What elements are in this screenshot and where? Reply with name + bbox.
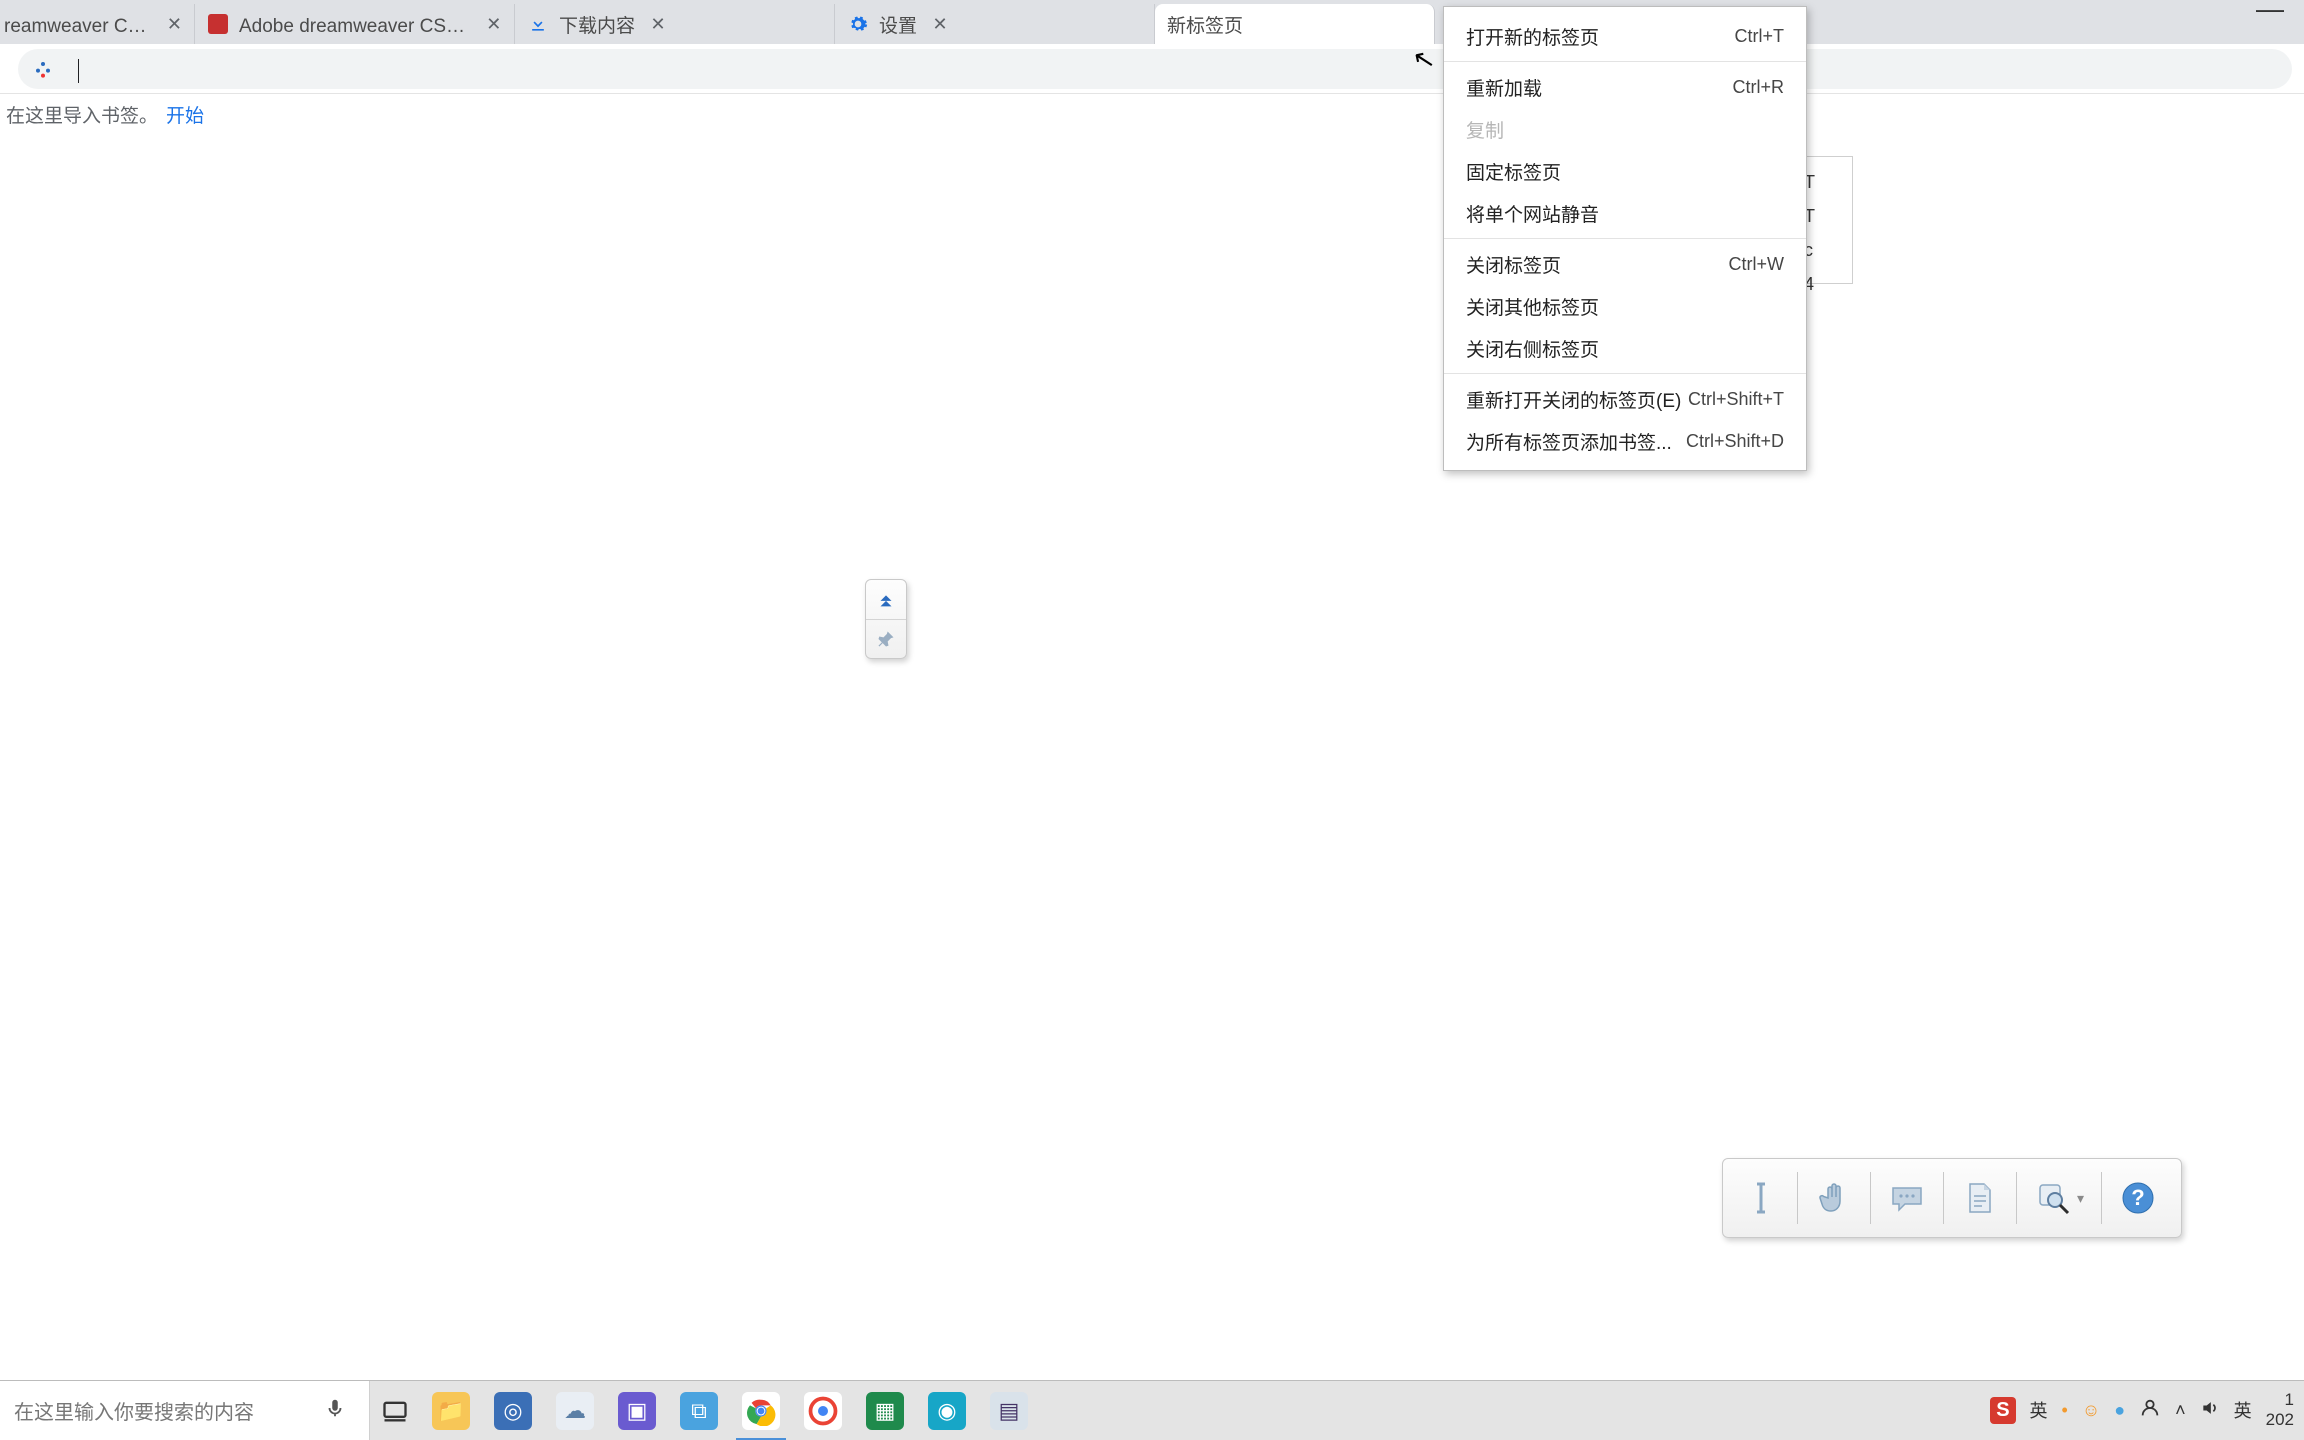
taskbar-app-teal[interactable]: ◉ [916, 1381, 978, 1440]
bookmark-prompt: 在这里导入书签。 [6, 101, 158, 128]
ime-lang-label[interactable]: 英 [2030, 1397, 2048, 1423]
tray-smile-icon[interactable]: ☺ [2082, 1400, 2100, 1421]
window-minimize-button[interactable]: — [2250, 4, 2290, 24]
comment-button[interactable] [1879, 1170, 1935, 1226]
menu-mute-site[interactable]: 将单个网站静音 [1444, 192, 1806, 234]
address-input[interactable] [64, 57, 2278, 80]
tab-title: reamweaver CS6教程 [4, 11, 153, 38]
search-placeholder: 在这里输入你要搜索的内容 [14, 1396, 254, 1425]
menu-close-tab[interactable]: 关闭标签页 Ctrl+W [1444, 243, 1806, 285]
microphone-icon[interactable] [315, 1397, 355, 1425]
tab-adobe-dw[interactable]: Adobe dreamweaver CS6小白 ✕ [195, 4, 515, 44]
people-icon[interactable] [2139, 1397, 2161, 1424]
menu-pin-tab[interactable]: 固定标签页 [1444, 150, 1806, 192]
menu-close-right[interactable]: 关闭右侧标签页 [1444, 327, 1806, 369]
tab-title: Adobe dreamweaver CS6小白 [239, 11, 472, 38]
toolbar-separator [2101, 1172, 2102, 1224]
menu-separator [1444, 373, 1806, 374]
toolbar-separator [1943, 1172, 1944, 1224]
gear-icon [847, 13, 869, 35]
text-cursor-icon [78, 59, 79, 83]
taskbar-app-excel[interactable]: ▦ [854, 1381, 916, 1440]
tab-title: 设置 [879, 11, 917, 38]
document-button[interactable] [1952, 1170, 2008, 1226]
ime-chip[interactable]: S [1990, 1397, 2015, 1424]
download-icon [527, 13, 549, 35]
tab-new[interactable]: 新标签页 [1155, 4, 1435, 44]
close-icon[interactable]: ✕ [931, 15, 949, 33]
taskbar-app-video[interactable]: ▣ [606, 1381, 668, 1440]
close-icon[interactable]: ✕ [486, 15, 502, 33]
hand-tool-button[interactable] [1806, 1170, 1862, 1226]
menu-reload[interactable]: 重新加载 Ctrl+R [1444, 66, 1806, 108]
tray-clock[interactable]: 1 202 [2266, 1390, 2294, 1430]
ime-lang-label-2[interactable]: 英 [2234, 1397, 2252, 1423]
taskbar-app-file-explorer[interactable]: 📁 [420, 1381, 482, 1440]
tab-context-menu: 打开新的标签页 Ctrl+T 重新加载 Ctrl+R 复制 固定标签页 将单个网… [1443, 6, 1807, 471]
taskbar-app-utility[interactable]: ⧉ [668, 1381, 730, 1440]
close-icon[interactable]: ✕ [649, 15, 667, 33]
tab-settings[interactable]: 设置 ✕ [835, 4, 1155, 44]
toolbar-separator [1797, 1172, 1798, 1224]
taskbar-search[interactable]: 在这里输入你要搜索的内容 [0, 1381, 370, 1440]
tray-mic-icon[interactable]: ● [2114, 1400, 2125, 1421]
windows-taskbar: 在这里输入你要搜索的内容 📁 ◎ ☁ ▣ ⧉ ▦ ◉ ▤ S 英 • ☺ ● ˄ [0, 1380, 2304, 1440]
floating-toolbar-wrap: ▾ ? [861, 579, 907, 659]
text-select-button[interactable] [1733, 1170, 1789, 1226]
tab-title: 下载内容 [559, 11, 635, 38]
taskbar-app-chrome-2[interactable] [792, 1381, 854, 1440]
taskbar-app-monitor[interactable]: ▤ [978, 1381, 1040, 1440]
chevron-up-icon[interactable]: ˄ [2175, 1400, 2186, 1421]
help-button[interactable]: ? [2110, 1170, 2166, 1226]
address-bar[interactable] [18, 49, 2292, 89]
svg-text:?: ? [2131, 1185, 2144, 1210]
menu-close-others[interactable]: 关闭其他标签页 [1444, 285, 1806, 327]
menu-new-tab[interactable]: 打开新的标签页 Ctrl+T [1444, 15, 1806, 57]
collapse-up-button[interactable] [866, 580, 906, 620]
menu-reopen-closed[interactable]: 重新打开关闭的标签页(E) Ctrl+Shift+T [1444, 378, 1806, 420]
speaker-icon[interactable] [2200, 1398, 2220, 1423]
taskbar-app-cloud[interactable]: ☁ [544, 1381, 606, 1440]
taskbar-app-chrome[interactable] [730, 1381, 792, 1440]
task-view-button[interactable] [370, 1381, 420, 1440]
zoom-button[interactable] [2025, 1170, 2081, 1226]
bookmark-bar: 在这里导入书签。 开始 [0, 94, 2304, 134]
system-tray: S 英 • ☺ ● ˄ 英 1 202 [1980, 1380, 2304, 1440]
floating-toolbar[interactable]: ▾ ? [1722, 1158, 2182, 1238]
zoom-dropdown-icon[interactable]: ▾ [2077, 1190, 2089, 1207]
tray-dots-icon[interactable]: • [2062, 1400, 2068, 1421]
pin-button[interactable] [866, 620, 906, 659]
menu-separator [1444, 61, 1806, 62]
menu-separator [1444, 238, 1806, 239]
tab-downloads[interactable]: 下载内容 ✕ [515, 4, 835, 44]
address-bar-row [0, 44, 2304, 94]
taskbar-app-edge[interactable]: ◎ [482, 1381, 544, 1440]
menu-bookmark-all[interactable]: 为所有标签页添加书签... Ctrl+Shift+D [1444, 420, 1806, 462]
close-icon[interactable]: ✕ [167, 15, 182, 33]
toolbar-separator [2016, 1172, 2017, 1224]
site-identity-icon [32, 58, 54, 80]
floating-toolbar-side [865, 579, 907, 659]
browser-tab-strip: reamweaver CS6教程 ✕ Adobe dreamweaver CS6… [0, 0, 2304, 44]
tab-dreamweaver-tutorial[interactable]: reamweaver CS6教程 ✕ [0, 4, 195, 44]
favicon-icon [207, 13, 229, 35]
toolbar-separator [1870, 1172, 1871, 1224]
bookmark-import-link[interactable]: 开始 [166, 101, 204, 128]
menu-copy: 复制 [1444, 108, 1806, 150]
tab-title: 新标签页 [1167, 11, 1243, 38]
